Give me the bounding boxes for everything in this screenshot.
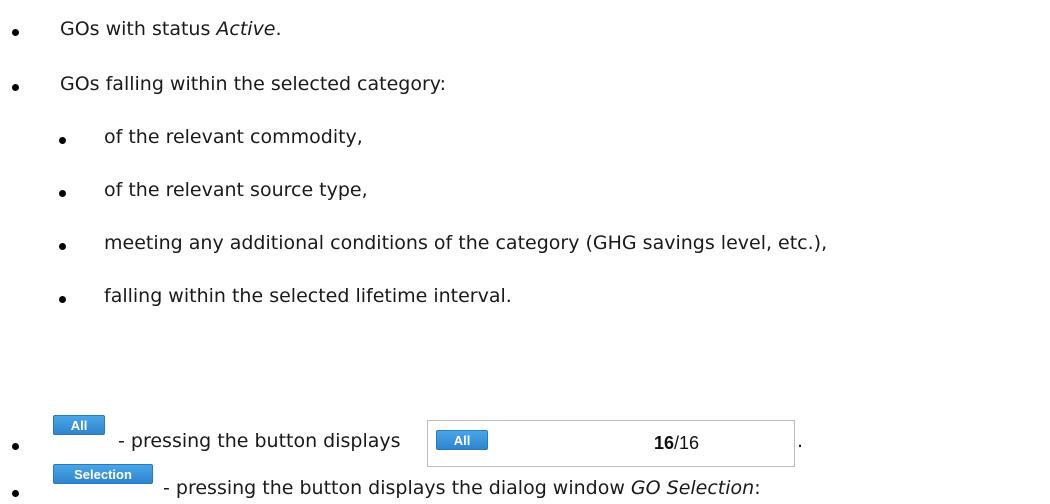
bullet-icon [59,137,66,144]
list-item-text: GOs falling within the selected category… [60,73,447,95]
bullet-icon [12,443,19,450]
sub-list-item-commodity: of the relevant commodity, [0,118,1050,158]
list-item-category: GOs falling within the selected category… [0,65,1050,105]
sub-list-item-text: of the relevant commodity, [104,126,363,148]
all-button[interactable]: All [53,415,105,435]
sub-list-item-lifetime: falling within the selected lifetime int… [0,277,1050,317]
bullet-icon [59,190,66,197]
bullet-icon [59,243,66,250]
all-item-period: . [797,430,804,452]
list-item-status-active: GOs with status Active. [0,10,1050,50]
counter-all-button[interactable]: All [436,430,488,450]
bullet-icon [12,490,19,497]
sub-list-item-source-type: of the relevant source type, [0,171,1050,211]
bullet-icon [12,84,19,91]
sub-list-item-text: falling within the selected lifetime int… [104,285,512,307]
selection-item-description: - pressing the button displays the dialo… [163,477,761,499]
sub-list-item-additional-conditions: meeting any additional conditions of the… [0,224,1050,264]
sub-list-item-text: meeting any additional conditions of the… [104,232,828,254]
counter-value: 16/16 [654,433,700,453]
all-item-description: - pressing the button displays [118,430,401,452]
sub-list-item-text: of the relevant source type, [104,179,368,201]
counter-box: All 16/16 [427,420,795,467]
list-item-text: GOs with status Active. [60,18,282,40]
selection-button[interactable]: Selection [53,464,153,484]
bullet-icon [59,296,66,303]
bullet-icon [12,29,19,36]
